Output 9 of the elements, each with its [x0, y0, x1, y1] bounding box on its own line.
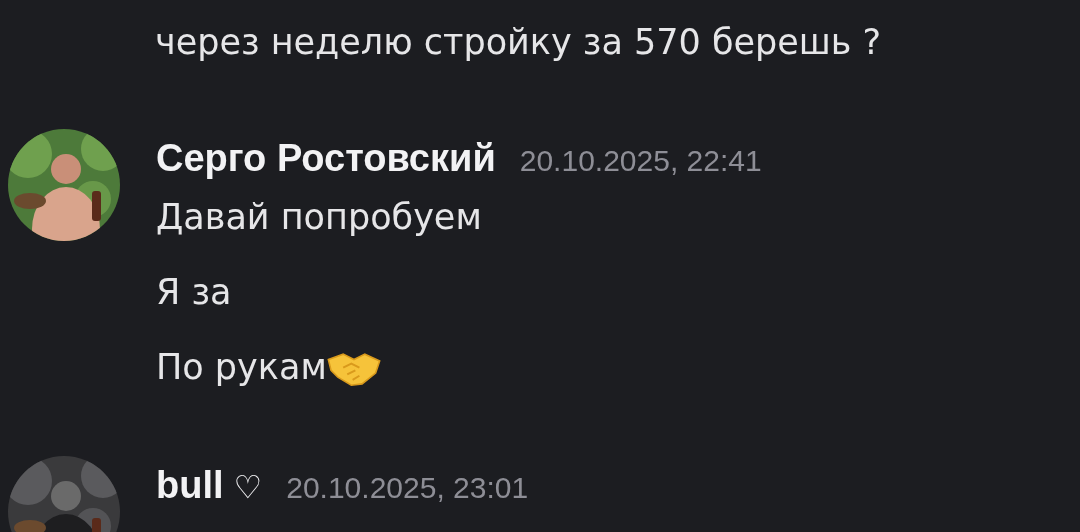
author-mark: ♡	[233, 468, 263, 506]
author-name[interactable]: Серго Ростовский	[156, 137, 496, 180]
message-text: По рукам	[156, 346, 327, 389]
message-text: через неделю стройку за 570 берешь ?	[155, 21, 882, 64]
author-name[interactable]: bull	[156, 464, 224, 507]
timestamp: 20.10.2025, 22:41	[519, 144, 762, 178]
timestamp: 20.10.2025, 23:01	[286, 471, 529, 505]
message-text: Давай попробуем	[156, 196, 482, 239]
message-text: Я за	[156, 271, 232, 314]
